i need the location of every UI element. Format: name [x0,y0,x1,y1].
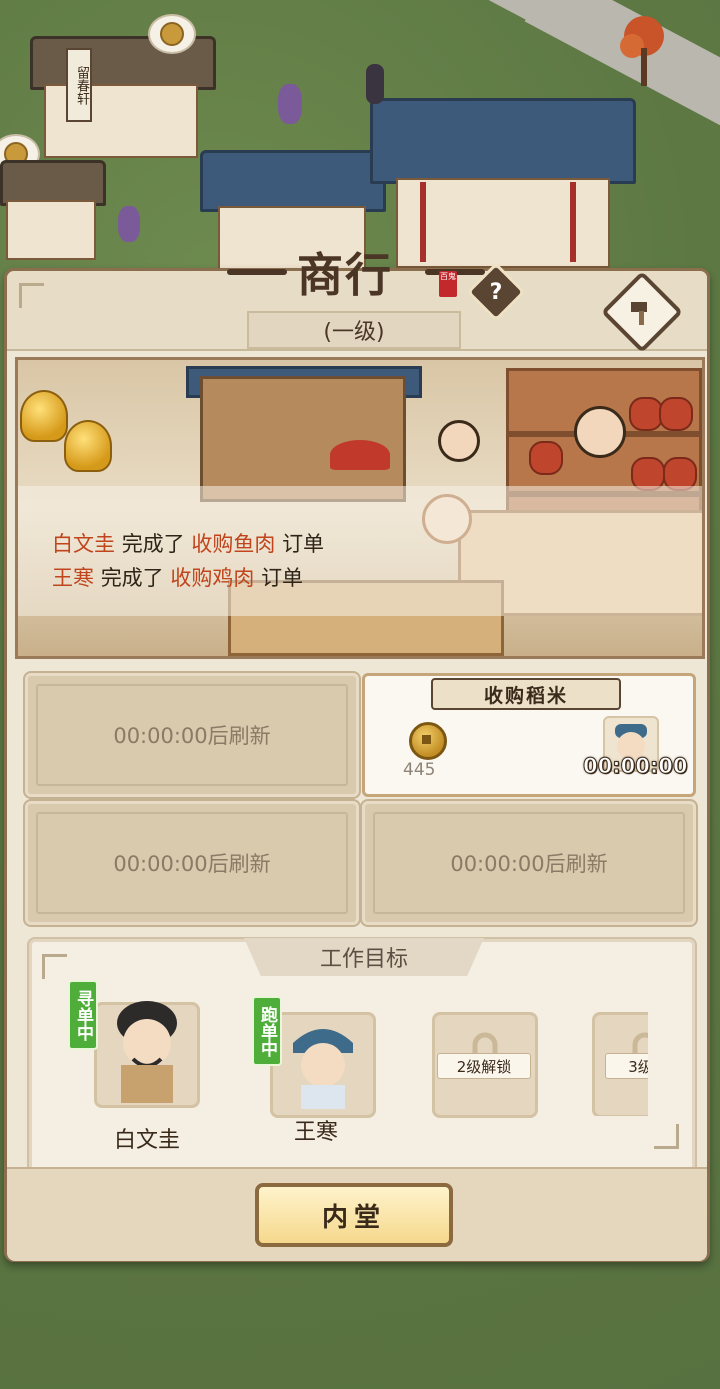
order-title: 收购稻米 [431,678,621,710]
worker-name: 王寒 [294,1120,339,1145]
refresh-countdown: 00:00:00后刷新 [450,852,608,876]
stall-building[interactable] [0,160,110,260]
maple-tree-icon [620,16,664,86]
refresh-countdown: 00:00:00后刷新 [113,852,271,876]
locked-slot[interactable]: 3级解 [592,1012,648,1116]
trade-guild-panel: 商行 百鬼 ? (一级) 白文圭 完成了 收购鱼肉 订单 王寒 完成了 收购鸡肉… [4,248,710,1262]
locked-slot-clip: 3级解 [592,1012,648,1116]
refresh-countdown: 00:00:00后刷新 [113,724,271,748]
panel-title: 商行 [297,248,393,302]
order-timer: 00:00:00 [582,754,688,779]
corner-ornament [19,283,44,308]
lantern-icon [278,84,302,124]
worker-slot[interactable] [270,1012,376,1118]
customer-character [438,420,480,462]
hammer-icon [617,287,667,337]
bell-icon [20,390,68,442]
work-goals-title: 工作目标 [244,938,484,976]
order-slot-empty[interactable]: 00:00:00后刷新 [23,799,361,927]
red-hat-character [330,440,390,470]
order-slot-empty[interactable]: 00:00:00后刷新 [360,799,698,927]
worker-portrait [117,1001,177,1103]
level-label: (一级) [247,311,461,349]
coin-icon [409,722,447,760]
coin-reward: 445 [403,760,436,780]
question-icon: ? [489,279,503,305]
lantern-icon [118,206,140,242]
clerk-character [574,406,626,458]
guild-hall-building[interactable] [360,98,650,268]
worker-name: 白文圭 [114,1128,181,1153]
bell-icon [64,420,112,472]
order-slot-empty[interactable]: 00:00:00后刷新 [23,671,361,799]
locked-slot[interactable]: 2级解锁 [432,1012,538,1118]
unlock-requirement: 3级解 [605,1053,648,1079]
shop-building[interactable] [30,36,240,166]
work-goals-section: 工作目标 寻单中 白文圭 跑单中 王寒 2级解锁 3级 [27,937,697,1175]
status-tag: 跑单中 [252,996,282,1066]
villager[interactable] [366,64,384,104]
shop-sign: 留春轩 [66,48,92,122]
corner-ornament [42,954,67,979]
corner-ornament [654,1124,679,1149]
title-ornament-left [227,269,287,275]
worker-slot[interactable] [94,1001,200,1108]
seal-stamp: 百鬼 [439,271,457,297]
coin-bubble[interactable] [148,14,196,54]
worker-portrait [293,1029,353,1109]
inner-hall-button[interactable]: 内堂 [255,1183,453,1247]
unlock-requirement: 2级解锁 [437,1053,531,1079]
status-tag: 寻单中 [68,980,98,1050]
shop-scene: 白文圭 完成了 收购鱼肉 订单 王寒 完成了 收购鸡肉 订单 [15,357,705,659]
order-card[interactable]: 收购稻米 445 00:00:00 [362,673,696,797]
notice-board [200,376,406,502]
order-ticker: 白文圭 完成了 收购鱼肉 订单 王寒 完成了 收购鸡肉 订单 [18,486,702,616]
ticker-line: 王寒 完成了 收购鸡肉 订单 [52,566,304,590]
ticker-line: 白文圭 完成了 收购鱼肉 订单 [52,532,325,556]
